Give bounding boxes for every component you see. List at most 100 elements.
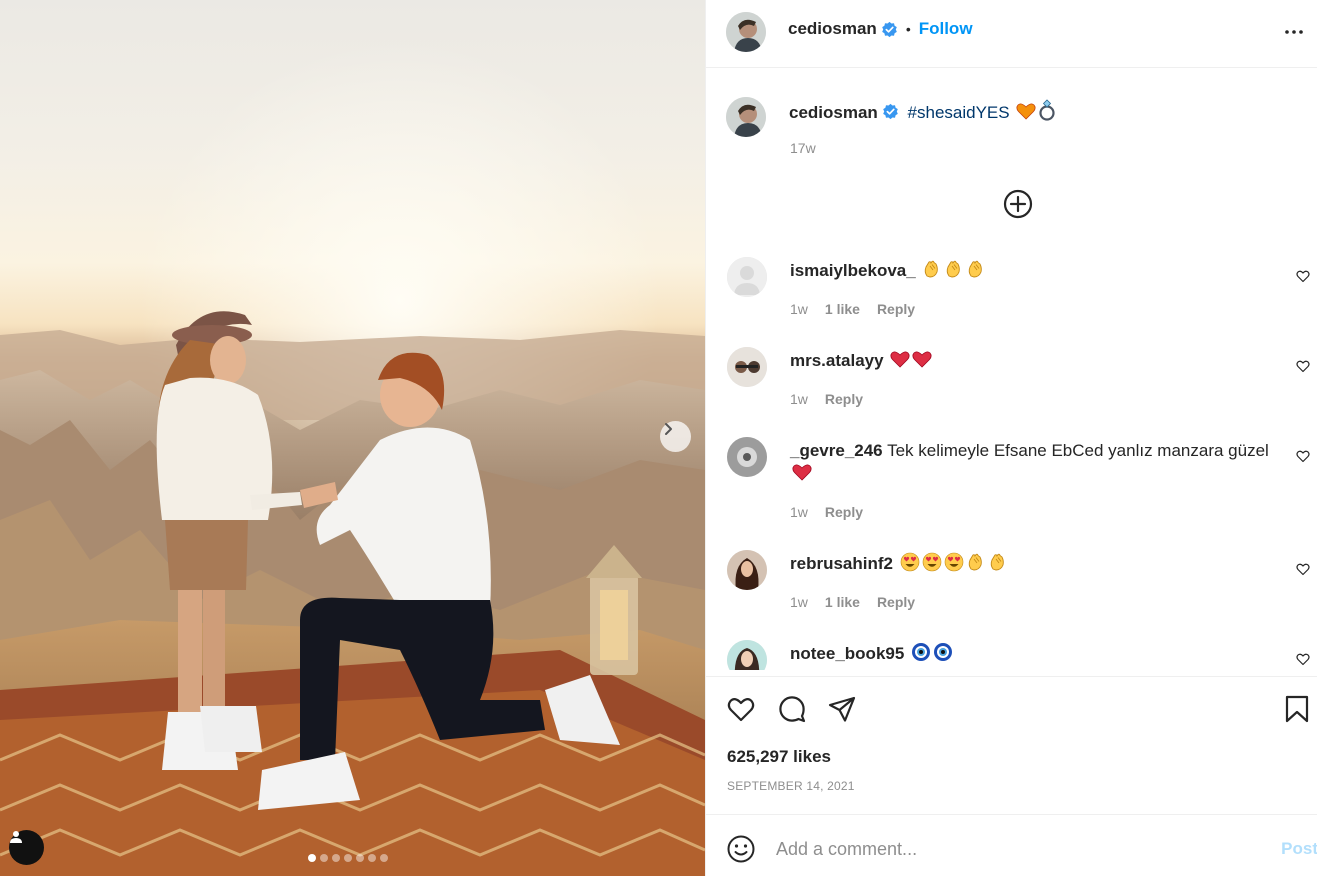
more-icon[interactable] [1282, 20, 1306, 44]
comment-likes[interactable]: 1 like [825, 594, 860, 610]
verified-icon [882, 21, 897, 37]
red-heart-icon [912, 351, 932, 368]
reply-button[interactable]: Reply [877, 301, 915, 317]
red-heart-icon [890, 351, 910, 368]
comment-like-icon[interactable] [1296, 562, 1310, 576]
follow-button[interactable]: Follow [919, 19, 973, 39]
avatar-image [727, 347, 767, 387]
share-icon[interactable] [827, 694, 857, 724]
heart-icon[interactable] [726, 694, 756, 724]
nazar-amulet-icon [934, 643, 953, 661]
comment-list[interactable]: ismaiylbekova_ 1w 1 like Reply mrs.atalayy … [706, 240, 1317, 670]
tagged-users-button[interactable] [9, 830, 44, 865]
comment-message: Tek kelimeyle Efsane EbCed yanlız manzar… [887, 441, 1269, 460]
bookmark-icon[interactable] [1282, 694, 1312, 724]
carousel-dot [320, 854, 328, 862]
avatar-image [727, 437, 767, 477]
author-avatar[interactable] [726, 12, 766, 52]
avatar-image [727, 550, 767, 590]
comment-text: _gevre_246 Tek kelimeyle Efsane EbCed ya… [790, 439, 1270, 485]
post-header: cediosman • Follow [706, 0, 1317, 68]
avatar-image [726, 12, 766, 52]
commenter-avatar[interactable] [727, 640, 767, 670]
commenter-username[interactable]: ismaiylbekova_ [790, 261, 916, 280]
heart-eyes-icon [922, 552, 942, 572]
header-identity: cediosman • Follow [788, 19, 973, 39]
post-photo[interactable] [0, 0, 705, 876]
carousel-dot [356, 854, 364, 862]
post-details-panel: cediosman • Follow cediosman #shesaidYES… [705, 0, 1317, 876]
carousel-dot [380, 854, 388, 862]
commenter-username[interactable]: notee_book95 [790, 644, 904, 663]
comment-text: notee_book95 [790, 642, 1270, 665]
comment-likes[interactable]: 1 like [825, 301, 860, 317]
comment-text: mrs.atalayy [790, 349, 1270, 372]
carousel-indicator [308, 854, 388, 862]
commenter-username[interactable]: rebrusahinf2 [790, 554, 893, 573]
clapping-hands-icon [990, 553, 1004, 571]
comment-time[interactable]: 1w [790, 594, 808, 610]
comment-icon[interactable] [777, 694, 807, 724]
reply-button[interactable]: Reply [825, 391, 863, 407]
add-circle-icon[interactable] [1002, 188, 1034, 220]
comment-item: _gevre_246 Tek kelimeyle Efsane EbCed ya… [706, 420, 1317, 520]
comment-input[interactable] [776, 835, 1236, 863]
photo-illustration [0, 40, 705, 876]
avatar-image [727, 640, 767, 670]
user-tag-icon [10, 831, 22, 843]
add-comment-bar: Post [706, 814, 1317, 876]
carousel-dot [368, 854, 376, 862]
commenter-avatar[interactable] [727, 550, 767, 590]
ring-icon [1039, 99, 1055, 121]
orange-heart-icon [1016, 103, 1036, 120]
clapping-hands-icon [925, 260, 939, 278]
nazar-amulet-icon [912, 643, 931, 661]
author-username[interactable]: cediosman [788, 19, 877, 39]
next-slide-button[interactable] [660, 421, 691, 452]
clapping-hands-icon [947, 260, 961, 278]
red-heart-icon [792, 464, 812, 481]
avatar-image [727, 257, 767, 297]
comment-item: rebrusahinf2 1w 1 like Reply [706, 533, 1317, 623]
comment-meta: 1w 1 like Reply [790, 301, 915, 317]
commenter-avatar[interactable] [727, 257, 767, 297]
reply-button[interactable]: Reply [825, 504, 863, 520]
carousel-dot [332, 854, 340, 862]
clapping-hands-icon [968, 553, 982, 571]
avatar-image [726, 97, 766, 137]
commenter-username[interactable]: mrs.atalayy [790, 351, 884, 370]
comment-item: ismaiylbekova_ 1w 1 like Reply [706, 240, 1317, 330]
clapping-hands-icon [969, 260, 983, 278]
comment-time[interactable]: 1w [790, 301, 808, 317]
comment-meta: 1w Reply [790, 391, 863, 407]
emoji-icon[interactable] [726, 834, 756, 864]
commenter-username[interactable]: _gevre_246 [790, 441, 883, 460]
commenter-avatar[interactable] [727, 347, 767, 387]
comment-meta: 1w 1 like Reply [790, 594, 915, 610]
comment-text: ismaiylbekova_ [790, 259, 1270, 282]
post-caption: cediosman #shesaidYES [789, 99, 1056, 123]
comment-time[interactable]: 1w [790, 391, 808, 407]
chevron-right-icon [665, 423, 672, 435]
caption-author-avatar[interactable] [726, 97, 766, 137]
comment-time[interactable]: 1w [790, 504, 808, 520]
caption-hashtag[interactable]: #shesaidYES [908, 103, 1010, 122]
likes-count[interactable]: 625,297 likes [727, 747, 831, 767]
carousel-dot [344, 854, 352, 862]
heart-eyes-icon [944, 552, 964, 572]
instagram-post-modal: cediosman • Follow cediosman #shesaidYES… [0, 0, 1317, 876]
carousel-dot [308, 854, 316, 862]
post-date: SEPTEMBER 14, 2021 [727, 779, 855, 793]
comment-like-icon[interactable] [1296, 359, 1310, 373]
reply-button[interactable]: Reply [877, 594, 915, 610]
caption-timestamp[interactable]: 17w [790, 140, 816, 156]
caption-username[interactable]: cediosman [789, 103, 878, 122]
commenter-avatar[interactable] [727, 437, 767, 477]
comment-meta: 1w Reply [790, 504, 863, 520]
heart-eyes-icon [900, 552, 920, 572]
comment-like-icon[interactable] [1296, 652, 1310, 666]
comment-like-icon[interactable] [1296, 449, 1310, 463]
comment-item: notee_book95 [706, 623, 1317, 670]
comment-like-icon[interactable] [1296, 269, 1310, 283]
post-comment-button[interactable]: Post [1281, 839, 1317, 859]
